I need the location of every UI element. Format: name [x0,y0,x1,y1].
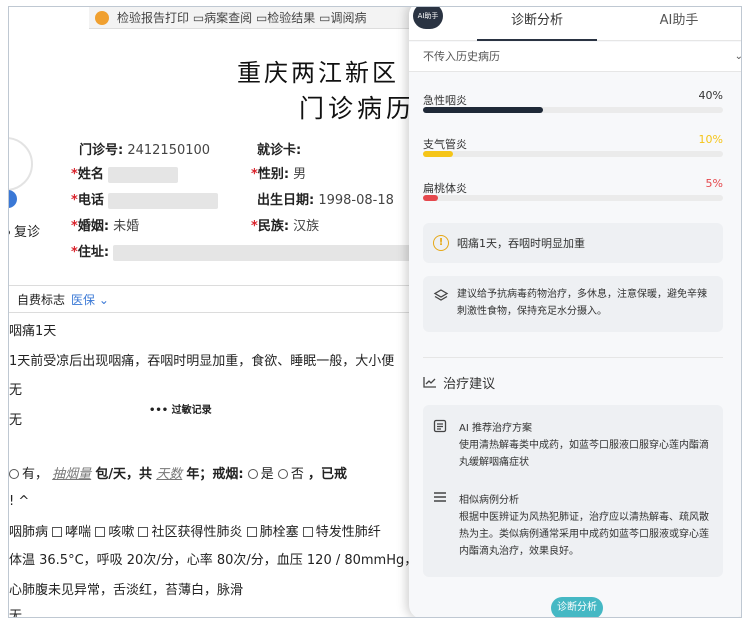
shield-icon [95,10,109,25]
symptom-text: 咽痛1天，吞咽时明显加重 [457,237,585,250]
allergy-history[interactable]: 无 [9,409,22,428]
present-history[interactable]: 1天前受凉后出现咽痛，吞咽时明显加重，食欲、睡眠一般，大小便 [9,350,394,369]
probability-fill [423,151,453,157]
document-title-line2: 门诊病历 [299,94,416,123]
physical-exam[interactable]: 心肺腹未见异常，舌淡红，苔薄白，脉滑 [9,579,243,598]
payment-flag-label: 自费标志 [17,292,66,307]
probability-fill [423,107,543,113]
ai-plan-title: AI 推荐治疗方案 [459,423,532,434]
chief-complaint[interactable]: 咽痛1天 [9,320,56,339]
diagnosis-row: 支气管炎 10% [423,133,723,157]
visit-card: 就诊卡: [257,143,302,158]
collapse-toggle[interactable]: ! ^ [9,494,29,509]
probability-track [423,151,723,157]
diagnosis-percent: 5% [705,177,723,190]
similar-case-title: 相似病例分析 [459,495,519,506]
tab-ai-assistant[interactable]: AI助手 [629,7,729,41]
document-list-icon [433,419,449,435]
avatar-badge [9,190,17,208]
quit-no-radio[interactable] [277,469,288,479]
insurance-select[interactable]: 医保 ⌄ [71,291,109,308]
cough-checkbox[interactable] [95,527,106,537]
probability-track [423,195,723,201]
visit-type: 复诊 [9,221,40,240]
diagnosis-percent: 10% [698,133,723,146]
ai-badge-icon[interactable]: AI助手 [413,7,443,29]
tab-diagnosis[interactable]: 诊断分析 [477,7,597,41]
patient-marital: *婚姻: 未婚 [71,219,140,234]
asthma-checkbox[interactable] [52,527,63,537]
smoke-amount-input[interactable]: 抽烟量 [52,467,91,482]
diagnosis-analyze-button[interactable]: 诊断分析 [551,597,603,617]
diagnosis-row: 扁桃体炎 5% [423,177,723,201]
redacted-phone [107,192,218,209]
fibrosis-checkbox[interactable] [302,527,313,537]
cap-checkbox[interactable] [138,527,149,537]
payment-flag-bar: 自费标志 医保 ⌄ [9,285,419,313]
past-history[interactable]: 无 [9,379,22,398]
chevron-down-icon: ⌄ [735,42,741,72]
diagnosis-name: 急性咽炎 [423,94,467,107]
patient-ethnic: *民族: 汉族 [251,219,320,234]
redacted-name [107,166,178,183]
history-select[interactable]: 不传入历史病历 ⌄ [409,42,741,72]
advice-card: 建议给予抗病毒药物治疗，多休息，注意保暖，避免辛辣刺激性食物，保持充足水分摄入。 [423,276,723,332]
patient-birth-date: 出生日期: 1998-08-18 [257,193,394,208]
probability-fill [423,195,438,201]
patient-address: *住址: [71,241,414,261]
trend-chart-icon [423,376,439,392]
treatment-section-title: 治疗建议 [423,373,495,392]
diagnosis-percent: 40% [698,89,723,102]
patient-avatar [9,137,33,191]
redacted-address [113,244,414,261]
diagnosis-name: 扁桃体炎 [423,182,467,195]
top-toolbar[interactable]: 检验报告打印 ▭病案查阅 ▭检验结果 ▭调阅病 [89,7,419,29]
patient-phone: *电话 [71,189,218,209]
smoking-row: 有， 抽烟量 包/天，共 天数 年；戒烟: 是 否 ，已戒 [9,463,347,482]
panel-tabs: AI助手 诊断分析 AI助手 [409,7,741,41]
layers-icon [433,288,449,304]
patient-gender: *性别: 男 [251,167,307,182]
chevron-down-icon: ⌄ [98,292,109,307]
lung-disease-checks: 咽肺病 哮喘 咳嗽 社区获得性肺炎 肺栓塞 特发性肺纤 [9,525,381,540]
similar-case-text: 根据中医辨证为风热犯肺证，治疗应以清热解毒、疏风散热为主。类似病例通常采用中成药… [459,512,709,557]
exam-tail[interactable]: 无 [9,605,22,617]
patient-name: *姓名 [71,163,178,183]
treatment-card: AI 推荐治疗方案 使用清热解毒类中成药，如蓝芩口服液口服穿心莲内酯滴丸缓解咽痛… [423,405,723,577]
smoke-yes-radio[interactable] [9,469,19,479]
document-title-line1: 重庆两江新区 中 [237,59,434,87]
allergy-record-button[interactable]: ••• 过敏记录 [149,401,212,416]
app-frame: 检验报告打印 ▭病案查阅 ▭检验结果 ▭调阅病 重庆两江新区 中 门诊病历 复诊… [8,6,742,618]
quit-yes-radio[interactable] [247,469,258,479]
probability-track [423,107,723,113]
diagnosis-row: 急性咽炎 40% [423,89,723,113]
vital-signs[interactable]: 体温 36.5°C，呼吸 20次/分，心率 80次/分，血压 120 / 80m… [9,549,430,568]
warning-circle-icon: ! [433,235,449,251]
outpatient-number: 门诊号: 2412150100 [79,143,211,158]
divider [423,357,723,358]
active-tab-indicator [477,39,597,41]
smoke-days-input[interactable]: 天数 [156,467,182,482]
menu-lines-icon [433,491,449,507]
diagnosis-name: 支气管炎 [423,138,467,151]
top-toolbar-text[interactable]: 检验报告打印 ▭病案查阅 ▭检验结果 ▭调阅病 [117,9,366,26]
advice-text: 建议给予抗病毒药物治疗，多休息，注意保暖，避免辛辣刺激性食物，保持充足水分摄入。 [457,289,707,317]
ai-plan-text: 使用清热解毒类中成药，如蓝芩口服液口服穿心莲内酯滴丸缓解咽痛症状 [459,440,709,468]
embolism-checkbox[interactable] [246,527,257,537]
ai-assistant-panel: AI助手 诊断分析 AI助手 不传入历史病历 ⌄ 急性咽炎 40% 支气管炎 10% 扁… [409,7,741,617]
symptom-card: ! 咽痛1天，吞咽时明显加重 [423,223,723,263]
